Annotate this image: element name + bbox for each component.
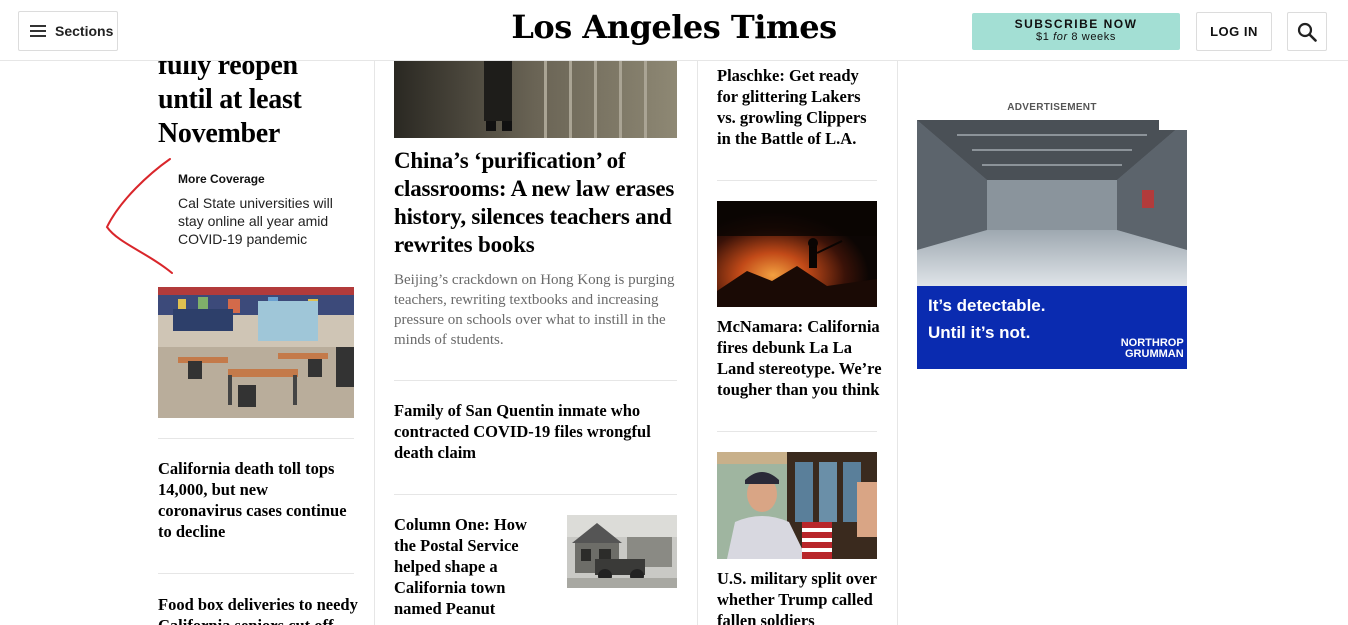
advertisement-label: ADVERTISEMENT	[1007, 102, 1097, 113]
veteran-photo[interactable]	[717, 452, 877, 559]
story-divider	[158, 573, 354, 574]
subscribe-button[interactable]: SUBSCRIBE NOW $1 for 8 weeks	[972, 13, 1180, 50]
red-annotation-mark	[105, 158, 173, 274]
site-header: Sections Los Angeles Times SUBSCRIBE NOW…	[0, 0, 1348, 61]
main-description: Beijing’s crackdown on Hong Kong is purg…	[394, 272, 675, 348]
classroom-photo[interactable]	[158, 287, 354, 418]
story-divider	[158, 438, 354, 439]
right-story-headline[interactable]: McNamara: California fires debunk La La …	[717, 316, 882, 400]
prison-photo[interactable]	[394, 61, 677, 138]
ad-tagline-1: It’s detectable.	[928, 296, 1046, 315]
column-divider	[374, 61, 375, 625]
more-coverage-link[interactable]: Cal State universities will stay online …	[178, 194, 338, 248]
center-story-headline[interactable]: Column One: How the Postal Service helpe…	[394, 514, 544, 619]
story-divider	[717, 180, 877, 181]
ad-tagline-2: Until it’s not.	[928, 323, 1031, 342]
login-button[interactable]: LOG IN	[1196, 12, 1272, 51]
search-icon	[1297, 22, 1317, 42]
right-story-headline[interactable]: Plaschke: Get ready for glittering Laker…	[717, 65, 882, 149]
center-story-headline[interactable]: Family of San Quentin inmate who contrac…	[394, 400, 664, 463]
advertisement-banner[interactable]: It’s detectable. Until it’s not. NORTHRO…	[917, 120, 1187, 369]
story-divider	[394, 380, 677, 381]
search-button[interactable]	[1287, 12, 1327, 51]
story-divider	[394, 494, 677, 495]
left-story-headline[interactable]: Food box deliveries to needy California …	[158, 594, 358, 625]
column-divider	[897, 61, 898, 625]
main-headline[interactable]: China’s ‘purification’ of classrooms: A …	[394, 147, 677, 259]
more-coverage-label: More Coverage	[178, 172, 265, 186]
subscribe-title: SUBSCRIBE NOW	[1014, 17, 1138, 31]
story-divider	[717, 431, 877, 432]
ad-brand-2: GRUMMAN	[1125, 348, 1184, 360]
lead-headline-continued[interactable]: fully reopen until at least November	[158, 49, 368, 151]
wildfire-photo[interactable]	[717, 201, 877, 307]
post-office-photo[interactable]	[567, 515, 677, 588]
left-story-headline[interactable]: California death toll tops 14,000, but n…	[158, 458, 354, 542]
subscribe-offer: $1 for 8 weeks	[1036, 31, 1116, 43]
right-story-headline[interactable]: U.S. military split over whether Trump c…	[717, 568, 882, 625]
column-divider	[697, 61, 698, 625]
